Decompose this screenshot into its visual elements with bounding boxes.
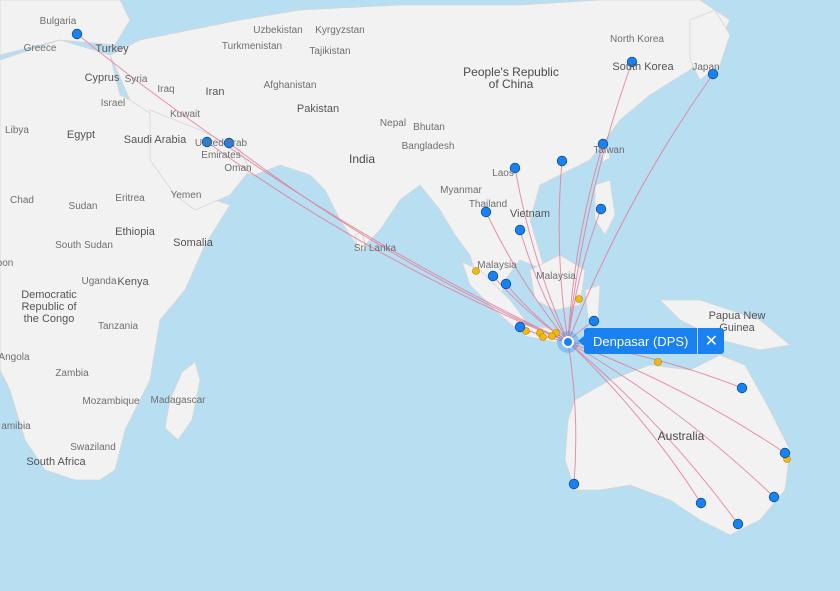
- place-label-oman: Oman: [224, 163, 252, 174]
- place-label-kuwait: Kuwait: [169, 109, 201, 120]
- hub-airport-marker[interactable]: [562, 336, 574, 348]
- place-label-skorea: South Korea: [612, 61, 674, 73]
- airport-marker[interactable]: [779, 447, 791, 459]
- place-label-somalia: Somalia: [173, 237, 213, 249]
- place-label-tanzania: Tanzania: [97, 321, 139, 332]
- place-label-chad: Chad: [10, 195, 34, 206]
- popup-airport-name[interactable]: Denpasar (DPS): [584, 328, 698, 354]
- place-label-vietnam: Vietnam: [509, 208, 551, 220]
- airport-marker[interactable]: [71, 28, 83, 40]
- place-label-drc: Democratic Republic of the Congo: [21, 289, 77, 325]
- place-label-gabon: bon: [0, 258, 14, 269]
- place-label-china: People's Republic of China: [463, 65, 559, 91]
- place-label-malaysia1: Malaysia: [477, 260, 517, 271]
- place-label-thailand: Thailand: [468, 199, 508, 210]
- place-label-southafrica: South Africa: [26, 456, 86, 468]
- place-label-turkmenistan: Turkmenistan: [221, 41, 283, 52]
- airport-marker[interactable]: [568, 478, 580, 490]
- place-label-egypt: Egypt: [66, 129, 96, 141]
- place-label-afghanistan: Afghanistan: [263, 80, 317, 91]
- airport-marker[interactable]: [732, 518, 744, 530]
- airport-marker[interactable]: [695, 497, 707, 509]
- place-label-greece: Greece: [23, 43, 57, 54]
- place-label-libya: Libya: [5, 125, 29, 136]
- secondary-airport-marker[interactable]: [548, 332, 556, 340]
- place-label-taiwan: Taiwan: [593, 145, 625, 156]
- place-label-australia: Australia: [657, 429, 705, 443]
- place-label-swaziland: Swaziland: [70, 442, 116, 453]
- place-label-bangladesh: Bangladesh: [401, 141, 455, 152]
- place-label-sudan: Sudan: [68, 201, 98, 212]
- place-label-syria: Syria: [124, 74, 148, 85]
- place-label-uzbekistan: Uzbekistan: [253, 25, 303, 36]
- place-label-ssudan: South Sudan: [55, 240, 113, 251]
- route-map[interactable]: Bulgaria Greece Turkey Cyprus Syria Iraq Israe…: [0, 0, 840, 591]
- place-label-pakistan: Pakistan: [296, 103, 340, 115]
- place-label-bhutan: Bhutan: [413, 122, 445, 133]
- place-label-iraq: Iraq: [157, 84, 175, 95]
- place-label-iran: Iran: [205, 86, 225, 98]
- place-label-eritrea: Eritrea: [115, 193, 145, 204]
- place-label-zambia: Zambia: [55, 368, 89, 379]
- place-label-bulgaria: Bulgaria: [39, 16, 77, 27]
- place-label-nepal: Nepal: [379, 118, 407, 129]
- secondary-airport-marker[interactable]: [654, 358, 662, 366]
- airport-marker[interactable]: [556, 155, 568, 167]
- place-label-uganda: Uganda: [81, 276, 117, 287]
- place-label-uae: United Arab Emirates: [194, 138, 248, 161]
- place-label-myanmar: Myanmar: [440, 185, 482, 196]
- place-label-turkey: Turkey: [95, 43, 129, 55]
- place-label-japan: Japan: [692, 62, 720, 73]
- place-label-malaysia2: Malaysia: [536, 271, 576, 282]
- place-label-angola: Angola: [0, 352, 30, 363]
- place-label-laos: Laos: [492, 168, 514, 179]
- airport-marker[interactable]: [768, 491, 780, 503]
- place-label-kenya: Kenya: [117, 276, 149, 288]
- place-label-cyprus: Cyprus: [84, 72, 120, 84]
- airport-marker[interactable]: [514, 224, 526, 236]
- airport-marker[interactable]: [736, 382, 748, 394]
- place-label-israel: Israel: [100, 98, 126, 109]
- airport-marker[interactable]: [595, 203, 607, 215]
- route-line: [558, 160, 569, 343]
- airport-popup[interactable]: Denpasar (DPS) ✕: [577, 328, 725, 354]
- secondary-airport-marker[interactable]: [575, 295, 583, 303]
- place-label-ethiopia: Ethiopia: [115, 226, 155, 238]
- close-icon[interactable]: ✕: [698, 328, 725, 354]
- place-label-mozambique: Mozambique: [82, 396, 140, 407]
- place-label-yemen: Yemen: [170, 190, 202, 201]
- airport-marker[interactable]: [514, 321, 526, 333]
- place-label-kyrgyzstan: Kyrgyzstan: [315, 25, 365, 36]
- place-label-nkorea: North Korea: [610, 34, 664, 45]
- place-label-madagascar: Madagascar: [150, 395, 206, 406]
- place-label-tajikistan: Tajikistan: [309, 46, 351, 57]
- airport-marker[interactable]: [500, 278, 512, 290]
- place-label-india: India: [348, 152, 376, 166]
- place-label-srilanka: Sri Lanka: [353, 243, 397, 254]
- airport-marker[interactable]: [487, 270, 499, 282]
- secondary-airport-marker[interactable]: [539, 333, 547, 341]
- airport-marker[interactable]: [588, 315, 600, 327]
- map-canvas: [0, 0, 791, 536]
- place-label-saudi: Saudi Arabia: [123, 134, 187, 146]
- place-label-namibia: amibia: [1, 421, 31, 432]
